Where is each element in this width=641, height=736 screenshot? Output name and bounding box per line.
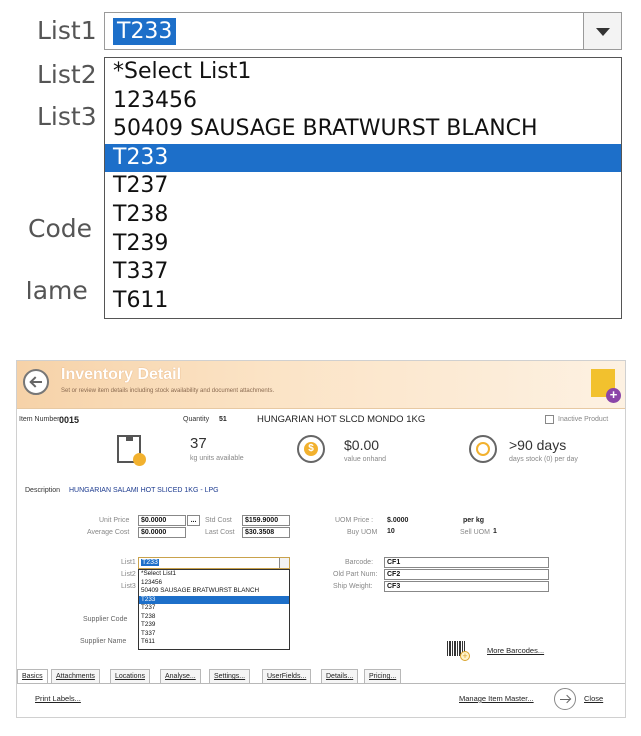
description-label: Description [25,487,61,494]
dropdown-item[interactable]: T237 [139,604,289,613]
zoom-list1-label: List1 [37,16,97,45]
tab-attachments[interactable]: Attachments [51,669,100,683]
list1-label: List1 [121,559,136,566]
item-name: HUNGARIAN HOT SLCD MONDO 1KG [257,414,426,425]
supplier-code-label: Supplier Code [83,616,128,623]
dropdown-item[interactable]: T238 [105,201,621,230]
zoom-name-label: Name [14,276,88,305]
dropdown-item[interactable]: 123456 [139,579,289,588]
quantity-value: 51 [219,416,227,423]
print-labels-link[interactable]: Print Labels... [35,694,81,703]
chevron-down-icon[interactable] [279,558,289,568]
barcode-label: Barcode: [345,559,374,566]
dropdown-item[interactable]: T337 [139,630,289,639]
units-available-value: 37 [190,435,207,452]
description-value: HUNGARIAN SALAMI HOT SLICED 1KG - LPG [69,487,219,494]
unit-price-ellipsis-button[interactable]: ... [187,515,200,526]
units-available-label: kg units available [190,455,244,462]
item-number-value: 0015 [59,415,80,425]
tab-pricing[interactable]: Pricing... [364,669,402,683]
sell-uom-label: Sell UOM [460,529,490,536]
tab-locations[interactable]: Locations [110,669,150,683]
zoom-list3-label: List3 [37,102,97,131]
list3-label: List3 [121,583,136,590]
header-bar: Inventory Detail Set or review item deta… [17,361,625,409]
dropdown-item[interactable]: T239 [139,621,289,630]
dropdown-item[interactable]: T611 [139,638,289,647]
tab-analyse[interactable]: Analyse... [160,669,201,683]
tab-userfields[interactable]: UserFields... [262,669,312,683]
dropdown-item[interactable]: T237 [105,172,621,201]
zoom-code-label: Code [28,214,93,243]
list2-label: List2 [121,571,136,578]
tab-details[interactable]: Details... [321,669,359,683]
checkmark-badge-icon [133,453,146,466]
dropdown-item[interactable]: 50409 SAUSAGE BRATWURST BLANCH [139,587,289,596]
tab-basics[interactable]: Basics [17,669,48,683]
old-part-field[interactable]: CF2 [384,569,549,580]
uom-price-label: UOM Price : [335,517,374,524]
more-barcodes-link[interactable]: More Barcodes... [487,646,544,655]
std-cost-label: Std Cost [205,517,232,524]
zoom-list1-combo-value[interactable]: T233 [113,18,177,45]
unit-price-field[interactable]: $0.0000 [138,515,186,526]
average-cost-field[interactable]: $0.0000 [138,527,186,538]
dropdown-item[interactable]: *Select List1 [139,570,289,579]
std-cost-field[interactable]: $159.9000 [242,515,290,526]
add-barcode-icon[interactable]: + [460,651,470,661]
last-cost-label: Last Cost [205,529,235,536]
manage-item-master-link[interactable]: Manage Item Master... [459,694,534,703]
inactive-checkbox[interactable] [545,415,554,424]
quantity-label: Quantity [183,416,210,423]
dropdown-item[interactable]: *Select List1 [105,58,621,87]
barcode-field[interactable]: CF1 [384,557,549,568]
value-onhand-label: value onhand [344,456,387,463]
old-part-label: Old Part Num: [333,571,378,578]
ship-weight-field[interactable]: CF3 [384,581,549,592]
buy-uom-value: 10 [387,528,395,535]
dropdown-item-selected[interactable]: T233 [105,143,621,173]
dropdown-item[interactable]: T239 [105,230,621,259]
close-arrow-icon[interactable] [554,688,576,710]
zoom-list1-dropdown[interactable]: *Select List1 123456 50409 SAUSAGE BRATW… [104,57,622,319]
list1-dropdown[interactable]: *Select List1 123456 50409 SAUSAGE BRATW… [138,569,290,650]
inactive-product-label: Inactive Product [558,416,609,423]
zoom-list2-label: List2 [37,60,97,89]
supplier-name-label: Supplier Name [80,638,127,645]
tab-settings[interactable]: Settings... [209,669,251,683]
list1-combo-value[interactable]: T233 [141,559,159,566]
page-subtitle: Set or review item details including sto… [61,388,275,394]
last-cost-field[interactable]: $30.3508 [242,527,290,538]
zoomed-list-view: List1 List2 List3 Code Name T233 *Select… [0,0,641,330]
chevron-down-icon[interactable] [583,13,621,49]
per-unit-label: per kg [463,517,485,524]
days-stock-value: >90 days [509,437,567,453]
dropdown-item-selected[interactable]: T233 [139,595,289,604]
dropdown-item[interactable]: 123456 [105,87,621,116]
ship-weight-label: Ship Weight: [333,583,373,590]
dropdown-item[interactable]: T238 [139,613,289,622]
item-number-label: Item Number [19,416,60,423]
footer-bar: Print Labels... Manage Item Master... Cl… [17,683,625,717]
list1-combo[interactable]: T233 [138,557,290,569]
dropdown-item[interactable]: T611 [105,287,621,316]
back-arrow-icon[interactable] [23,369,49,395]
gauge-icon [469,435,497,463]
page-title: Inventory Detail [61,366,182,383]
add-document-icon[interactable] [591,369,621,403]
uom-price-value: $.0000 [387,517,409,524]
close-link[interactable]: Close [584,694,603,703]
dropdown-item[interactable]: T337 [105,258,621,287]
dropdown-item[interactable]: 50409 SAUSAGE BRATWURST BLANCH [105,115,621,144]
average-cost-label: Average Cost [87,529,130,536]
zoom-list1-combo[interactable]: T233 [104,12,622,50]
dollar-icon: $ [297,435,325,463]
days-stock-label: days stock (0) per day [509,456,578,463]
unit-price-label: Unit Price [99,517,130,524]
buy-uom-label: Buy UOM [347,529,378,536]
inventory-detail-window: Inventory Detail Set or review item deta… [16,360,626,718]
sell-uom-value: 1 [493,528,497,535]
value-onhand-value: $0.00 [344,437,380,453]
